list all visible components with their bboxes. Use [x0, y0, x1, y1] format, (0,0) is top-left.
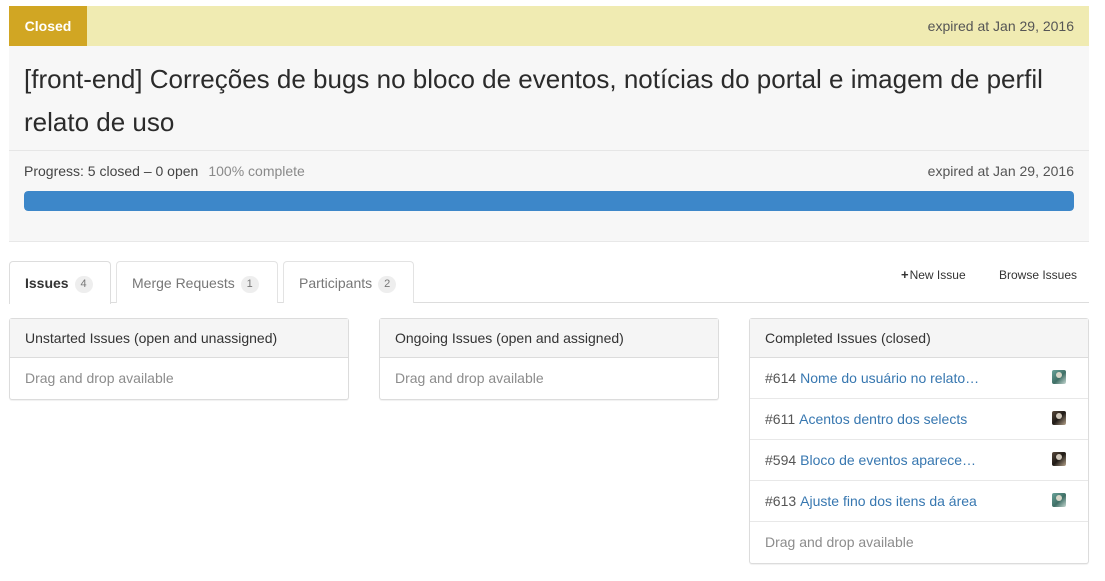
milestone-header: Closed expired at Jan 29, 2016 [front-en… — [9, 6, 1089, 242]
drag-drop-area[interactable]: Drag and drop available — [380, 358, 718, 399]
issue-link[interactable]: Nome do usuário no relato de uso — [800, 358, 980, 399]
issue-link[interactable]: Bloco de eventos aparecendo — [800, 440, 980, 481]
panel-title: Completed Issues (closed) — [750, 319, 1088, 358]
panel-title: Unstarted Issues (open and unassigned) — [10, 319, 348, 358]
completed-issues-panel: Completed Issues (closed) #614 Nome do us… — [749, 318, 1089, 564]
tab-issues-label: Issues — [25, 275, 69, 291]
issue-number: #594 — [765, 452, 797, 468]
issue-number: #613 — [765, 493, 797, 509]
ongoing-issues-panel: Ongoing Issues (open and assigned) Drag … — [379, 318, 719, 400]
browse-issues-button[interactable]: Browse Issues — [999, 268, 1077, 282]
tab-merge-requests-label: Merge Requests — [132, 275, 235, 291]
milestone-title: [front-end] Correções de bugs no bloco d… — [24, 64, 1043, 137]
milestone-status-bar: Closed expired at Jan 29, 2016 — [9, 6, 1089, 46]
issue-link[interactable]: Acentos dentro dos selects — [799, 399, 979, 440]
progress-summary: Progress: 5 closed – 0 open 100% complete — [24, 163, 305, 179]
tab-participants-label: Participants — [299, 275, 373, 291]
divider — [9, 150, 1089, 151]
status-badge: Closed — [9, 6, 87, 46]
progress-bar — [24, 191, 1074, 211]
new-issue-label: New Issue — [909, 268, 966, 282]
panel-title: Ongoing Issues (open and assigned) — [380, 319, 718, 358]
issue-row[interactable]: #613 Ajuste fino dos itens da área — [750, 481, 1088, 522]
assignee-avatar[interactable] — [1052, 411, 1066, 425]
issue-row[interactable]: #594 Bloco de eventos aparecendo — [750, 440, 1088, 481]
tab-merge-requests-count: 1 — [240, 276, 259, 293]
issue-link[interactable]: Ajuste fino dos itens da área — [800, 481, 980, 522]
tab-participants[interactable]: Participants 2 — [283, 261, 414, 303]
tab-issues-count: 4 — [74, 276, 93, 293]
issue-number: #614 — [765, 370, 797, 386]
tab-participants-count: 2 — [378, 276, 397, 293]
tab-merge-requests[interactable]: Merge Requests 1 — [116, 261, 278, 303]
drag-drop-area[interactable]: Drag and drop available — [750, 522, 1088, 563]
new-issue-button[interactable]: +New Issue — [901, 267, 966, 283]
drag-drop-area[interactable]: Drag and drop available — [10, 358, 348, 399]
expiry-date-top: expired at Jan 29, 2016 — [927, 18, 1074, 34]
assignee-avatar[interactable] — [1052, 452, 1066, 466]
progress-percent: 100% complete — [208, 163, 305, 179]
plus-icon: + — [901, 267, 909, 282]
issue-number: #611 — [765, 411, 796, 427]
unstarted-issues-panel: Unstarted Issues (open and unassigned) D… — [9, 318, 349, 400]
assignee-avatar[interactable] — [1052, 370, 1066, 384]
expiry-date: expired at Jan 29, 2016 — [927, 163, 1074, 179]
assignee-avatar[interactable] — [1052, 493, 1066, 507]
progress-counts: Progress: 5 closed – 0 open — [24, 163, 199, 179]
progress-bar-fill — [24, 191, 1074, 211]
issue-row[interactable]: #611 Acentos dentro dos selects — [750, 399, 1088, 440]
tab-issues[interactable]: Issues 4 — [9, 261, 111, 304]
issue-row[interactable]: #614Nome do usuário no relato de uso — [750, 358, 1088, 399]
